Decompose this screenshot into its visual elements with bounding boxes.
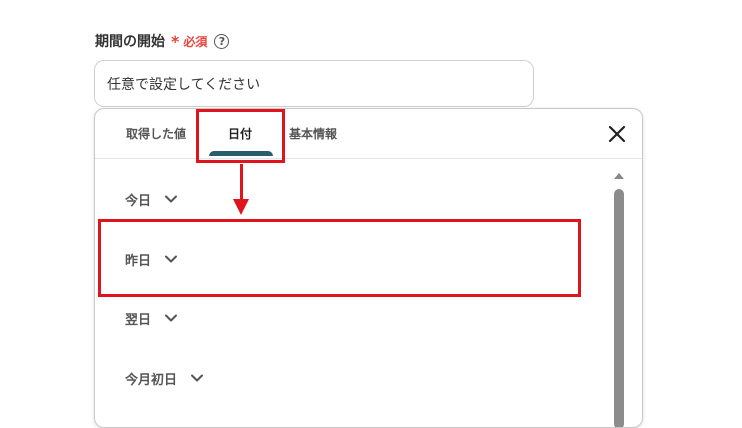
tab-bar: 取得した値 日付 基本情報: [95, 109, 642, 159]
option-tomorrow[interactable]: 翌日: [125, 306, 178, 330]
question-circle-icon[interactable]: ?: [214, 33, 230, 49]
tab-basic-info[interactable]: 基本情報: [289, 109, 337, 158]
annotation-arrow-head: [233, 199, 249, 215]
option-label: 今月初日: [125, 372, 178, 388]
tab-label: 基本情報: [289, 127, 338, 141]
field-label: 期間の開始 * 必須 ?: [95, 30, 230, 52]
scrollbar-thumb[interactable]: [614, 189, 624, 427]
chevron-down-icon: [191, 374, 204, 382]
period-start-input[interactable]: [94, 60, 534, 107]
scroll-up-arrow-icon[interactable]: [614, 173, 624, 179]
annotation-arrow-line: [240, 164, 243, 200]
close-button[interactable]: [606, 123, 628, 145]
highlight-box-tab: [196, 109, 285, 163]
close-icon: [608, 125, 626, 143]
tab-acquired-values[interactable]: 取得した値: [126, 109, 186, 158]
option-today[interactable]: 今日: [125, 187, 178, 211]
option-label: 翌日: [125, 312, 152, 328]
chevron-down-icon: [165, 195, 178, 203]
required-text: 必須: [183, 34, 208, 49]
option-label: 今日: [125, 193, 152, 209]
field-label-text: 期間の開始: [95, 34, 165, 50]
required-asterisk: *: [171, 31, 180, 51]
option-first-day-of-month[interactable]: 今月初日: [125, 366, 204, 390]
tab-label: 取得した値: [126, 127, 187, 141]
highlight-box-option: [98, 219, 581, 297]
chevron-down-icon: [165, 314, 178, 322]
